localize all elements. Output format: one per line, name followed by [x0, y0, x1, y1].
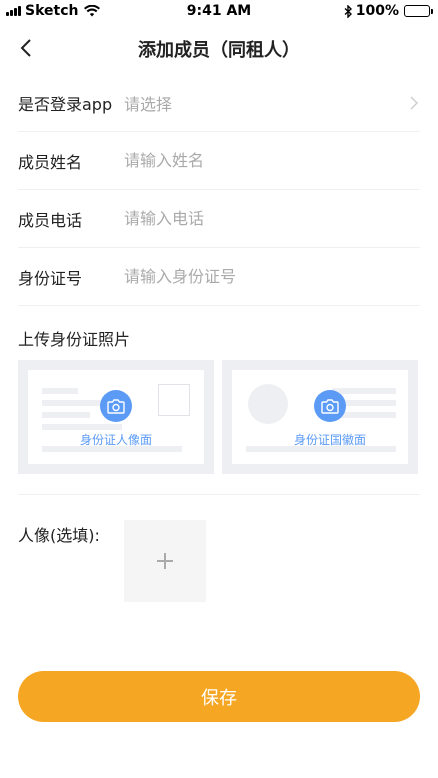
id-number-label: 身份证号 [18, 268, 83, 288]
member-form: 是否登录app 请选择 成员姓名 成员电话 身份证号 [0, 74, 438, 306]
id-front-upload[interactable]: 身份证人像面 [18, 360, 214, 474]
login-app-label: 是否登录app [18, 94, 113, 114]
id-number-input[interactable] [124, 267, 420, 286]
camera-icon [100, 390, 132, 422]
portrait-label: 人像(选填): [18, 526, 100, 545]
phone-row: 成员电话 [18, 190, 420, 248]
portrait-upload-button[interactable] [124, 520, 206, 602]
id-front-caption: 身份证人像面 [79, 433, 152, 447]
bluetooth-icon [344, 4, 352, 18]
id-back-illustration: 身份证国徽面 [232, 370, 408, 464]
id-front-illustration: 身份证人像面 [28, 370, 204, 464]
battery-icon [404, 5, 433, 17]
plus-icon [157, 553, 173, 569]
id-upload-title: 上传身份证照片 [18, 330, 131, 349]
id-back-caption: 身份证国徽面 [293, 433, 366, 447]
phone-label: 成员电话 [18, 210, 83, 230]
name-input[interactable] [124, 151, 420, 170]
id-back-upload[interactable]: 身份证国徽面 [222, 360, 418, 474]
phone-input[interactable] [124, 209, 420, 228]
name-label: 成员姓名 [18, 152, 83, 172]
name-row: 成员姓名 [18, 132, 420, 190]
camera-icon [314, 390, 346, 422]
status-right: 100% [344, 3, 433, 19]
battery-percent: 100% [355, 3, 399, 19]
nav-bar: 添加成员（同租人） [0, 22, 438, 74]
save-button[interactable]: 保存 [18, 671, 420, 722]
login-app-row[interactable]: 是否登录app 请选择 [18, 74, 420, 132]
status-bar: Sketch 9:41 AM 100% [0, 0, 438, 22]
id-number-row: 身份证号 [18, 248, 420, 306]
chevron-right-icon [410, 96, 418, 110]
login-app-select[interactable]: 请选择 [124, 91, 420, 115]
section-divider [18, 494, 420, 495]
page-title: 添加成员（同租人） [138, 40, 300, 61]
